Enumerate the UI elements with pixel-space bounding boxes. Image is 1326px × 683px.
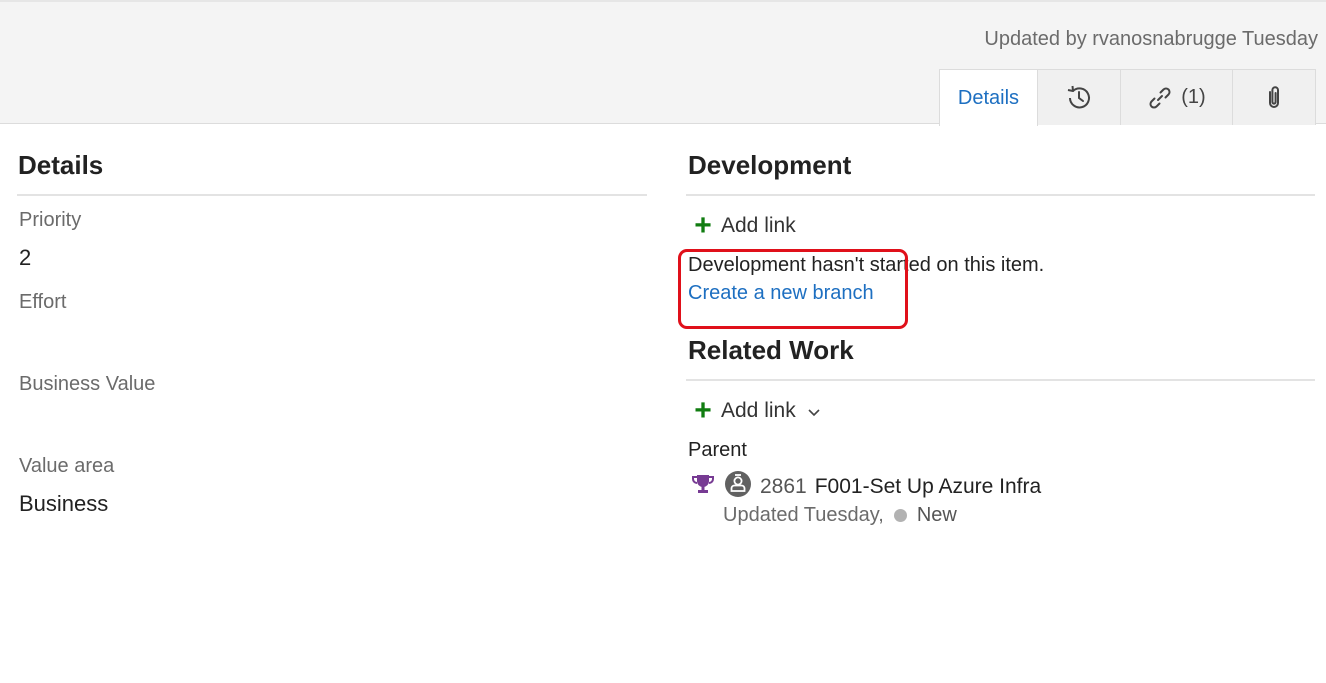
work-item-tabs: Details (1) (939, 69, 1316, 126)
details-section-title: Details (18, 150, 104, 180)
tab-details[interactable]: Details (939, 69, 1038, 126)
link-icon (1147, 85, 1173, 111)
avatar-icon (724, 470, 752, 503)
business-value-label: Business Value (19, 373, 156, 395)
trophy-icon (690, 471, 716, 502)
tab-links[interactable]: (1) (1121, 69, 1233, 125)
parent-title-link[interactable]: F001-Set Up Azure Infra (815, 475, 1041, 499)
business-value-value[interactable] (19, 409, 319, 435)
work-item-page: Updated by rvanosnabrugge Tuesday Detail… (0, 0, 1326, 683)
effort-value[interactable] (19, 327, 319, 353)
development-divider (686, 194, 1315, 196)
priority-label: Priority (19, 209, 82, 231)
paperclip-icon (1262, 84, 1286, 112)
related-work-add-link-button[interactable]: + Add link (693, 394, 820, 427)
parent-meta: Updated Tuesday, New (723, 504, 957, 527)
history-icon (1065, 84, 1093, 112)
work-item-header: Updated by rvanosnabrugge Tuesday Detail… (0, 0, 1326, 126)
state-dot-icon (893, 509, 907, 522)
development-section-title: Development (688, 150, 852, 180)
development-status-text: Development hasn't started on this item. (688, 254, 1045, 276)
links-count: (1) (1181, 86, 1206, 108)
parent-state: New (916, 504, 957, 526)
development-add-link-label: Add link (721, 214, 796, 237)
parent-label: Parent (688, 439, 747, 461)
plus-icon: + (694, 209, 712, 242)
parent-id: 2861 (760, 474, 807, 498)
create-branch-link[interactable]: Create a new branch (688, 282, 874, 305)
effort-label: Effort (19, 291, 67, 313)
value-area-value[interactable]: Business (19, 491, 108, 517)
plus-icon: + (694, 394, 712, 427)
related-work-divider (686, 379, 1315, 381)
related-work-add-link-label: Add link (721, 399, 796, 422)
tab-details-label: Details (957, 86, 1020, 109)
details-divider (17, 194, 647, 196)
parent-updated-text: Updated Tuesday, (723, 504, 884, 526)
development-add-link-button[interactable]: + Add link (693, 209, 796, 242)
related-work-section-title: Related Work (688, 335, 854, 365)
chevron-down-icon (808, 399, 820, 423)
updated-by-text: Updated by rvanosnabrugge Tuesday (984, 28, 1318, 50)
tab-history[interactable] (1038, 69, 1121, 125)
priority-value[interactable]: 2 (19, 245, 31, 271)
value-area-label: Value area (19, 455, 115, 477)
tab-attachments[interactable] (1233, 69, 1316, 125)
parent-work-item[interactable]: 2861 F001-Set Up Azure Infra (690, 470, 1041, 503)
